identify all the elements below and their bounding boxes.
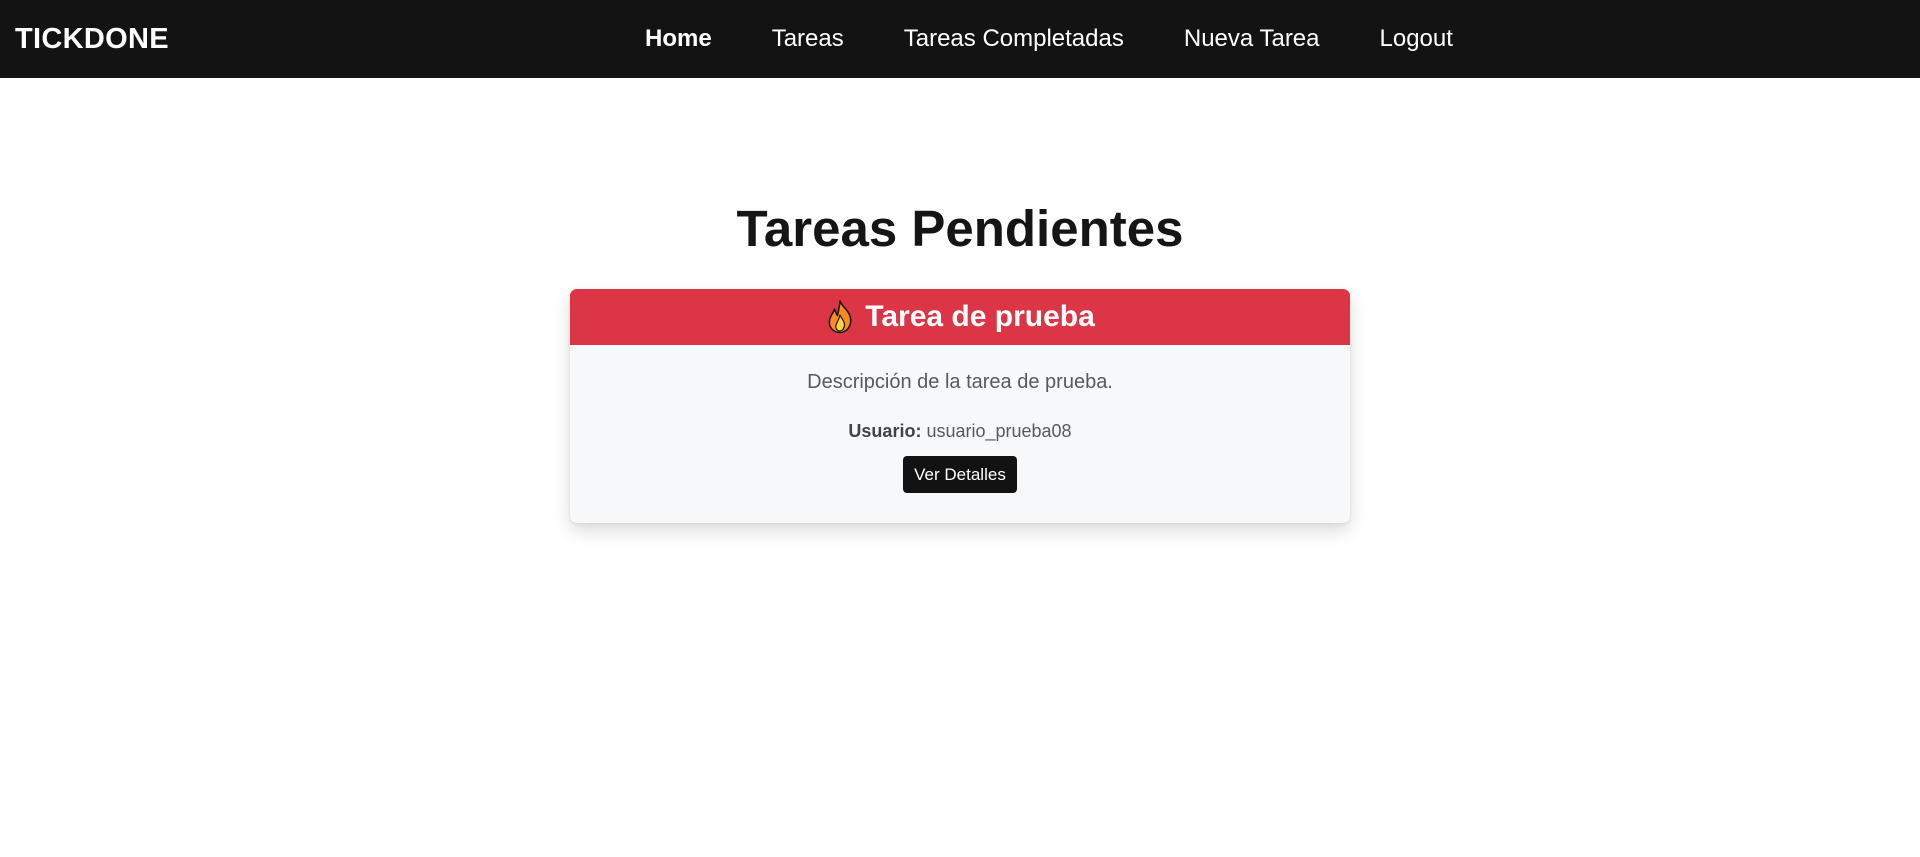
task-user: Usuario: usuario_prueba08 — [570, 395, 1350, 443]
nav-link-home[interactable]: Home — [615, 25, 742, 52]
task-user-label: Usuario: — [848, 421, 922, 441]
nav-item-tareas-completadas: Tareas Completadas — [874, 0, 1154, 78]
task-card: Tarea de prueba Descripción de la tarea … — [570, 289, 1350, 523]
nav-item-logout: Logout — [1350, 0, 1483, 78]
fire-icon — [825, 300, 855, 334]
nav-link-tareas-completadas[interactable]: Tareas Completadas — [874, 25, 1154, 52]
nav-item-tareas: Tareas — [742, 0, 874, 78]
top-navbar: TICKDONE Home Tareas Tareas Completadas … — [0, 0, 1920, 78]
task-description: Descripción de la tarea de prueba. — [807, 371, 1113, 393]
nav-link-logout[interactable]: Logout — [1350, 25, 1483, 52]
task-card-body: Descripción de la tarea de prueba. Usuar… — [570, 345, 1350, 493]
nav-link-tareas[interactable]: Tareas — [742, 25, 874, 52]
nav-item-nueva-tarea: Nueva Tarea — [1154, 0, 1350, 78]
task-user-value: usuario_prueba08 — [926, 421, 1072, 441]
nav-links: Home Tareas Tareas Completadas Nueva Tar… — [615, 0, 1483, 78]
view-details-button[interactable]: Ver Detalles — [903, 456, 1017, 493]
task-title: Tarea de prueba — [865, 300, 1095, 333]
task-card-header: Tarea de prueba — [570, 289, 1350, 345]
nav-item-home: Home — [615, 0, 742, 78]
page-title: Tareas Pendientes — [736, 200, 1184, 257]
nav-link-nueva-tarea[interactable]: Nueva Tarea — [1154, 25, 1350, 52]
brand-logo[interactable]: TICKDONE — [15, 0, 169, 78]
